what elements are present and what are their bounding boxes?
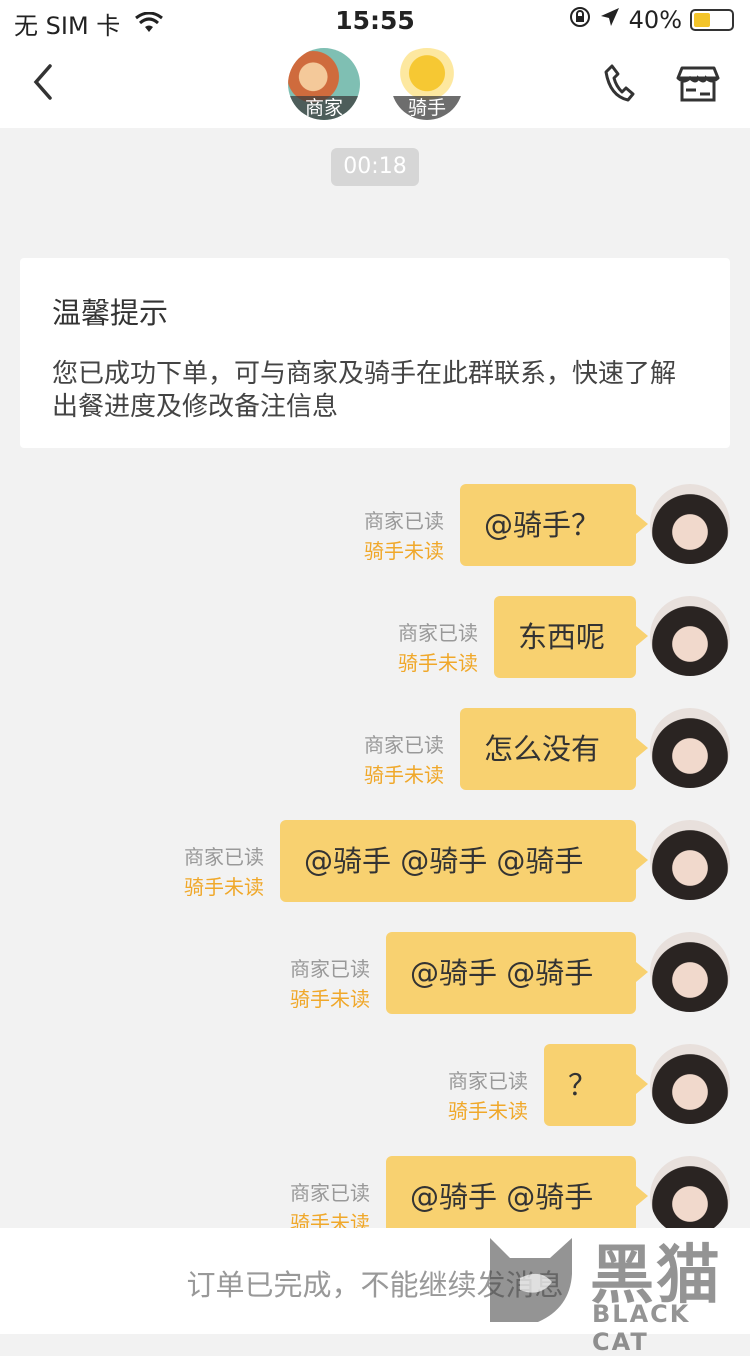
message-bubble[interactable]: @骑手 @骑手 (386, 932, 648, 1014)
user-avatar[interactable] (650, 596, 730, 676)
read-status: 商家已读 骑手未读 (364, 730, 444, 790)
read-status: 商家已读 骑手未读 (184, 842, 264, 902)
rider-label: 骑手 (391, 96, 463, 120)
user-avatar[interactable] (650, 1044, 730, 1124)
message-row: 商家已读 骑手未读 ？ (0, 1044, 750, 1126)
input-bar-disabled: 订单已完成，不能继续发消息 (0, 1228, 750, 1334)
message-bubble[interactable]: ？ (544, 1044, 648, 1126)
merchant-label: 商家 (288, 96, 360, 120)
message-bubble[interactable]: 东西呢 (494, 596, 648, 678)
shop-icon[interactable] (676, 64, 720, 104)
user-avatar[interactable] (650, 484, 730, 564)
message-row: 商家已读 骑手未读 东西呢 (0, 596, 750, 678)
message-bubble[interactable]: @骑手 @骑手 (386, 1156, 648, 1238)
status-bar: 无 SIM 卡 15:55 40% (0, 0, 750, 40)
order-complete-notice: 订单已完成，不能继续发消息 (186, 1268, 564, 1302)
user-avatar[interactable] (650, 932, 730, 1012)
merchant-read-status: 商家已读 (290, 1181, 370, 1205)
chat-header: 商家 骑手 (0, 40, 750, 128)
tip-title: 温馨提示 (52, 296, 169, 330)
user-avatar[interactable] (650, 1156, 730, 1236)
merchant-read-status: 商家已读 (448, 1069, 528, 1093)
message-time-label: 00:18 (331, 148, 419, 186)
merchant-read-status: 商家已读 (290, 957, 370, 981)
user-avatar[interactable] (650, 708, 730, 788)
tip-body: 您已成功下单，可与商家及骑手在此群联系，快速了解出餐进度及修改备注信息 (52, 359, 677, 422)
rider-unread-status: 骑手未读 (184, 875, 264, 899)
battery-icon (690, 9, 734, 31)
merchant-read-status: 商家已读 (364, 733, 444, 757)
back-button[interactable] (30, 62, 54, 111)
chevron-left-icon (33, 64, 52, 100)
orientation-lock-icon (569, 6, 591, 34)
rider-unread-status: 骑手未读 (364, 539, 444, 563)
rider-avatar[interactable]: 骑手 (391, 48, 463, 120)
message-row: 商家已读 骑手未读 @骑手 @骑手 @骑手 (0, 820, 750, 902)
battery-percent: 40% (628, 6, 682, 34)
phone-icon[interactable] (600, 62, 636, 104)
read-status: 商家已读 骑手未读 (364, 506, 444, 566)
location-icon (599, 6, 621, 34)
message-row: 商家已读 骑手未读 @骑手？ (0, 484, 750, 566)
tip-card: 温馨提示 您已成功下单，可与商家及骑手在此群联系，快速了解出餐进度及修改备注信息 (20, 258, 730, 448)
rider-unread-status: 骑手未读 (364, 763, 444, 787)
merchant-read-status: 商家已读 (398, 621, 478, 645)
rider-unread-status: 骑手未读 (448, 1099, 528, 1123)
merchant-avatar[interactable]: 商家 (288, 48, 360, 120)
message-row: 商家已读 骑手未读 @骑手 @骑手 (0, 932, 750, 1014)
read-status: 商家已读 骑手未读 (448, 1066, 528, 1126)
message-row: 商家已读 骑手未读 怎么没有 (0, 708, 750, 790)
merchant-read-status: 商家已读 (184, 845, 264, 869)
rider-unread-status: 骑手未读 (398, 651, 478, 675)
merchant-read-status: 商家已读 (364, 509, 444, 533)
message-bubble[interactable]: @骑手？ (460, 484, 648, 566)
message-bubble[interactable]: 怎么没有 (460, 708, 648, 790)
rider-unread-status: 骑手未读 (290, 987, 370, 1011)
user-avatar[interactable] (650, 820, 730, 900)
read-status: 商家已读 骑手未读 (398, 618, 478, 678)
message-bubble[interactable]: @骑手 @骑手 @骑手 (280, 820, 648, 902)
read-status: 商家已读 骑手未读 (290, 954, 370, 1014)
message-row: 商家已读 骑手未读 @骑手 @骑手 (0, 1156, 750, 1238)
